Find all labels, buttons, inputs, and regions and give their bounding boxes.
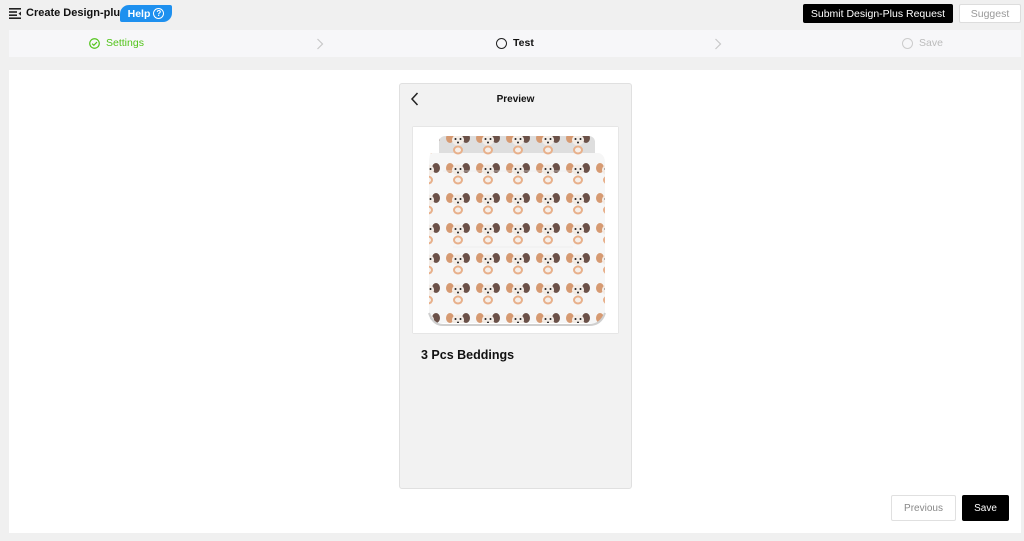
circle-icon <box>902 37 913 49</box>
menu-icon[interactable] <box>9 8 21 19</box>
preview-card: Preview 3 Pcs Beddings <box>399 83 632 489</box>
save-button[interactable]: Save <box>962 495 1009 521</box>
chevron-right-icon <box>715 38 722 50</box>
product-name: 3 Pcs Beddings <box>421 348 515 362</box>
step-test[interactable]: Test <box>496 37 534 49</box>
help-label: Help <box>127 7 151 20</box>
page-title: Create Design-plus <box>26 7 127 19</box>
main-panel: Preview 3 Pcs Beddings Previous Save <box>9 70 1021 533</box>
step-test-label: Test <box>513 37 534 49</box>
submit-design-plus-request-button[interactable]: Submit Design-Plus Request <box>803 4 953 23</box>
suggest-button[interactable]: Suggest <box>959 4 1021 23</box>
help-button[interactable]: Help ? <box>120 5 172 22</box>
top-bar: Create Design-plus Help ? Submit Design-… <box>0 0 1024 28</box>
circle-icon <box>496 37 507 49</box>
step-settings-label: Settings <box>106 37 144 49</box>
previous-button[interactable]: Previous <box>891 495 956 521</box>
bedding-image <box>413 127 618 333</box>
question-circle-icon: ? <box>153 8 165 19</box>
chevron-right-icon <box>317 38 324 50</box>
step-save-label: Save <box>919 37 943 49</box>
step-settings[interactable]: Settings <box>89 37 144 49</box>
product-image[interactable] <box>412 126 619 334</box>
step-save[interactable]: Save <box>902 37 943 49</box>
check-circle-icon <box>89 37 100 49</box>
preview-title: Preview <box>496 94 535 105</box>
step-progress: Settings Test Save <box>9 30 1021 57</box>
